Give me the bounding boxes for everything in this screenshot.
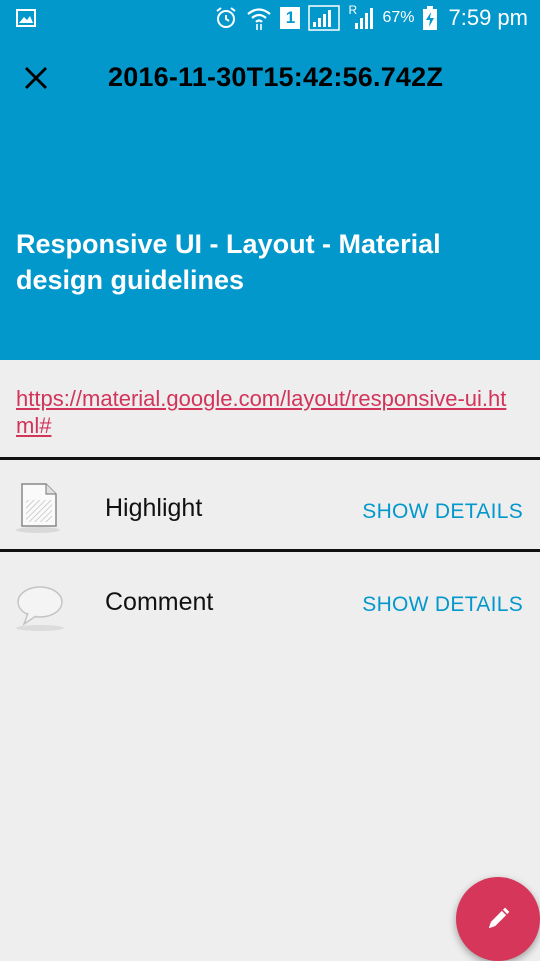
- page-title: Responsive UI - Layout - Material design…: [16, 229, 441, 295]
- alarm-icon: [216, 7, 237, 28]
- comment-row: Comment SHOW DETAILS: [0, 552, 540, 642]
- highlight-show-details-button[interactable]: SHOW DETAILS: [362, 500, 523, 524]
- battery-percent: 67%: [382, 9, 415, 26]
- roaming-signal-icon: R: [348, 3, 374, 31]
- speech-bubble-icon: [16, 586, 64, 631]
- battery-charging-icon: [422, 6, 437, 30]
- clock: 7:59 pm: [448, 5, 529, 30]
- wifi-icon: [247, 8, 272, 30]
- status-bar: 1 R 67% 7:59 pm: [0, 0, 540, 36]
- status-icons: 1 R 67% 7:59 pm: [214, 0, 528, 36]
- pencil-icon: [488, 907, 510, 929]
- highlight-label: Highlight: [105, 494, 203, 522]
- toolbar-title: 2016-11-30T15:42:56.742Z: [108, 62, 444, 92]
- edit-fab[interactable]: [456, 877, 540, 961]
- source-url-link[interactable]: https://material.google.com/layout/respo…: [16, 385, 516, 439]
- sim-badge: 1: [280, 7, 301, 29]
- gallery-icon: [16, 9, 36, 27]
- document-icon: [16, 483, 60, 533]
- close-icon: [25, 67, 47, 89]
- app-bar: 2016-11-30T15:42:56.742Z Responsive UI -…: [0, 36, 540, 360]
- comment-label: Comment: [105, 588, 214, 616]
- highlight-row: Highlight SHOW DETAILS: [0, 460, 540, 550]
- close-button[interactable]: [14, 56, 58, 100]
- signal-icon: [308, 5, 341, 31]
- comment-show-details-button[interactable]: SHOW DETAILS: [362, 593, 523, 617]
